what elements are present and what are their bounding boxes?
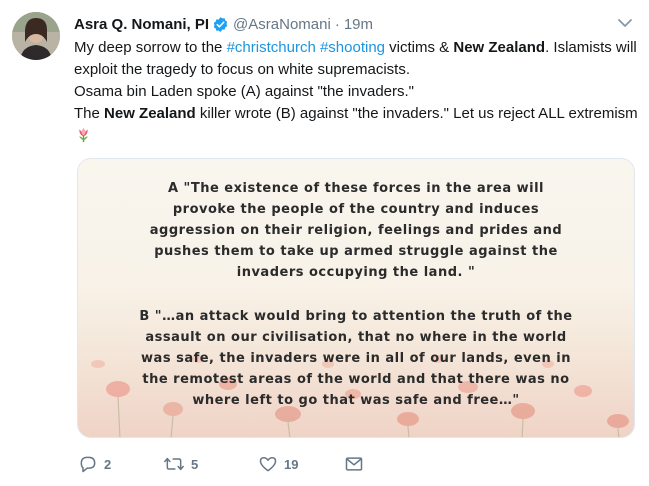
tweet-paragraph-2: Osama bin Laden spoke (A) against "the i… [74,83,415,100]
bold-new-zealand: New Zealand [104,105,196,122]
quote-line: B "…an attack would bring to attention t… [139,309,573,324]
quote-line: invaders occupying the land. " [236,265,476,280]
quote-line: was safe, the invaders were in all of ou… [141,351,571,366]
chevron-down-icon[interactable] [616,14,634,32]
text-segment: victims & [385,39,454,56]
like-button[interactable]: 19 [258,454,298,474]
reply-count: 2 [104,456,112,472]
reply-icon [80,456,96,473]
tweet-paragraph-3: The New Zealand killer wrote (B) against… [74,103,639,147]
quote-line: where left to go that was safe and free…… [192,393,520,408]
tweet[interactable]: Asra Q. Nomani, PI @AsraNomani · 19m My … [0,0,649,486]
tulip-emoji-icon [75,126,92,143]
tweet-header: Asra Q. Nomani, PI @AsraNomani · 19m [74,13,373,35]
hashtag-christchurch[interactable]: #christchurch [227,39,316,56]
quote-line: assault on our civilisation, that no whe… [145,330,567,345]
text-segment: My deep sorrow to the [74,39,227,56]
timestamp[interactable]: 19m [344,16,373,33]
heart-icon [259,457,277,472]
tweet-paragraph-1: My deep sorrow to the #christchurch #sho… [74,37,639,81]
tweet-image[interactable]: A "The existence of these forces in the … [77,158,635,438]
author-handle[interactable]: @AsraNomani [233,16,331,33]
reply-button[interactable]: 2 [78,454,111,474]
hashtag-shooting[interactable]: #shooting [320,39,385,56]
bold-new-zealand: New Zealand [453,39,546,56]
retweet-icon [164,457,184,471]
author-name[interactable]: Asra Q. Nomani, PI [74,16,209,33]
envelope-icon [345,457,363,471]
quote-line: aggression on their religion, feelings a… [149,223,563,238]
like-count: 19 [284,456,299,472]
tweet-text: My deep sorrow to the #christchurch #sho… [74,37,639,147]
text-segment: killer wrote (B) against "the invaders."… [195,105,638,122]
retweet-count: 5 [191,456,199,472]
quote-line: provoke the people of the country and in… [172,202,540,217]
retweet-button[interactable]: 5 [163,454,198,474]
quote-line: pushes them to take up armed struggle ag… [154,244,558,259]
quote-b: B "…an attack would bring to attention t… [78,306,634,411]
text-segment: The [74,105,105,122]
quote-a: A "The existence of these forces in the … [78,178,634,283]
separator-dot: · [334,15,340,33]
verified-badge-icon [212,16,229,33]
quote-line: the remotest areas of the world and that… [142,372,570,387]
quote-line: A "The existence of these forces in the … [167,181,545,196]
direct-message-button[interactable] [344,454,364,474]
avatar[interactable] [12,12,60,60]
